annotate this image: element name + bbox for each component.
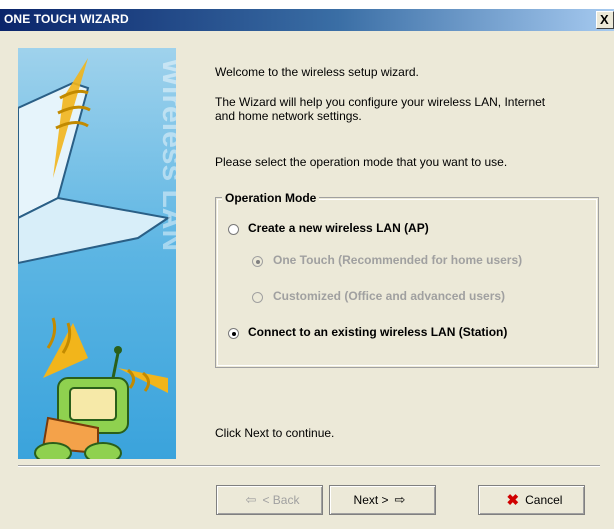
radio-button (252, 292, 263, 303)
welcome-text: Welcome to the wireless setup wizard. (215, 65, 419, 79)
window-top-strip (0, 0, 614, 9)
select-mode-instruction: Please select the operation mode that yo… (215, 155, 508, 169)
wizard-description-line1: The Wizard will help you configure your … (215, 95, 546, 109)
arrow-left-icon: ⇦ (245, 492, 257, 507)
radio-one-touch-label: One Touch (Recommended for home users) (273, 253, 523, 267)
wireless-lan-illustration: Wireless LAN (18, 48, 176, 459)
window-title: ONE TOUCH WIZARD (4, 12, 129, 26)
laptop-base-graphic (18, 196, 171, 265)
brand-text: Wireless LAN (156, 58, 176, 251)
click-next-hint: Click Next to continue. (215, 426, 335, 440)
next-button-label: Next > (353, 493, 389, 507)
wizard-content: Wireless LAN Welcome to the wireless set… (0, 31, 614, 529)
laptop-screen-graphic (18, 81, 90, 220)
cancel-button[interactable]: ✖ Cancel (478, 485, 585, 515)
radio-button[interactable] (228, 328, 239, 339)
radio-customized-label: Customized (Office and advanced users) (273, 289, 506, 303)
radio-connect-station-label[interactable]: Connect to an existing wireless LAN (Sta… (248, 325, 507, 339)
radio-button (252, 256, 263, 267)
button-separator (18, 465, 600, 467)
back-button[interactable]: ⇦ < Back (216, 485, 323, 515)
red-x-icon: ✖ (506, 492, 520, 509)
back-button-label: < Back (262, 493, 300, 507)
title-bar[interactable]: ONE TOUCH WIZARD X (0, 9, 614, 31)
close-button[interactable]: X (596, 11, 614, 29)
radio-button[interactable] (228, 224, 239, 235)
operation-mode-label: Operation Mode (222, 191, 320, 205)
close-icon: X (600, 12, 609, 27)
next-button[interactable]: Next > ⇨ (329, 485, 436, 515)
arrow-right-icon: ⇨ (394, 492, 406, 507)
illustration-graphic: Wireless LAN (18, 58, 176, 459)
wizard-description-line2: and home network settings. (215, 109, 362, 123)
wizard-window: ONE TOUCH WIZARD X Wireless LAN Welcome … (0, 0, 614, 529)
cancel-button-label: Cancel (525, 493, 563, 507)
radio-create-ap-label[interactable]: Create a new wireless LAN (AP) (248, 221, 429, 235)
